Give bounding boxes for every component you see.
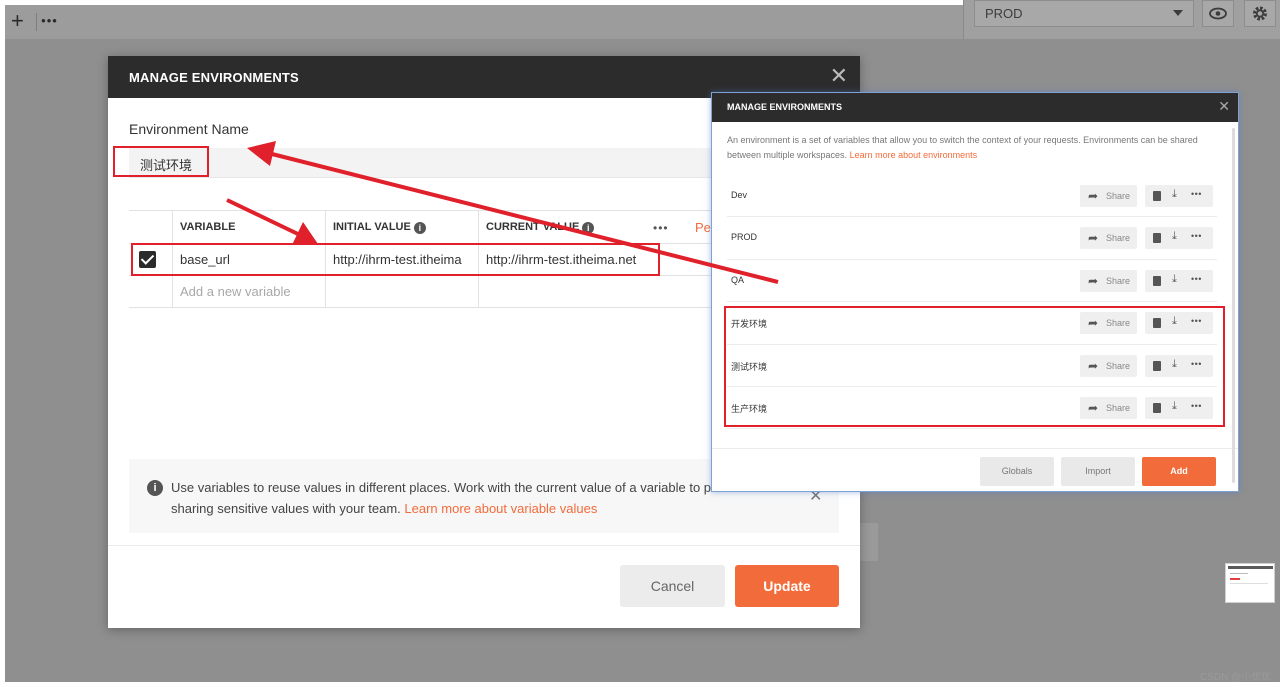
thumbnail-line (1230, 583, 1268, 584)
thumbnail-header (1228, 566, 1273, 569)
watermark: CSDN @小优优 (1200, 672, 1272, 683)
screenshot-stage: + ••• PROD MANAGE ENVIRONMENTS ✕ Environ… (0, 0, 1280, 687)
thumbnail-line (1230, 573, 1248, 574)
thumbnail-line (1230, 578, 1240, 580)
annotation-arrows (226, 141, 779, 284)
preview-thumbnail[interactable] (1225, 563, 1275, 603)
